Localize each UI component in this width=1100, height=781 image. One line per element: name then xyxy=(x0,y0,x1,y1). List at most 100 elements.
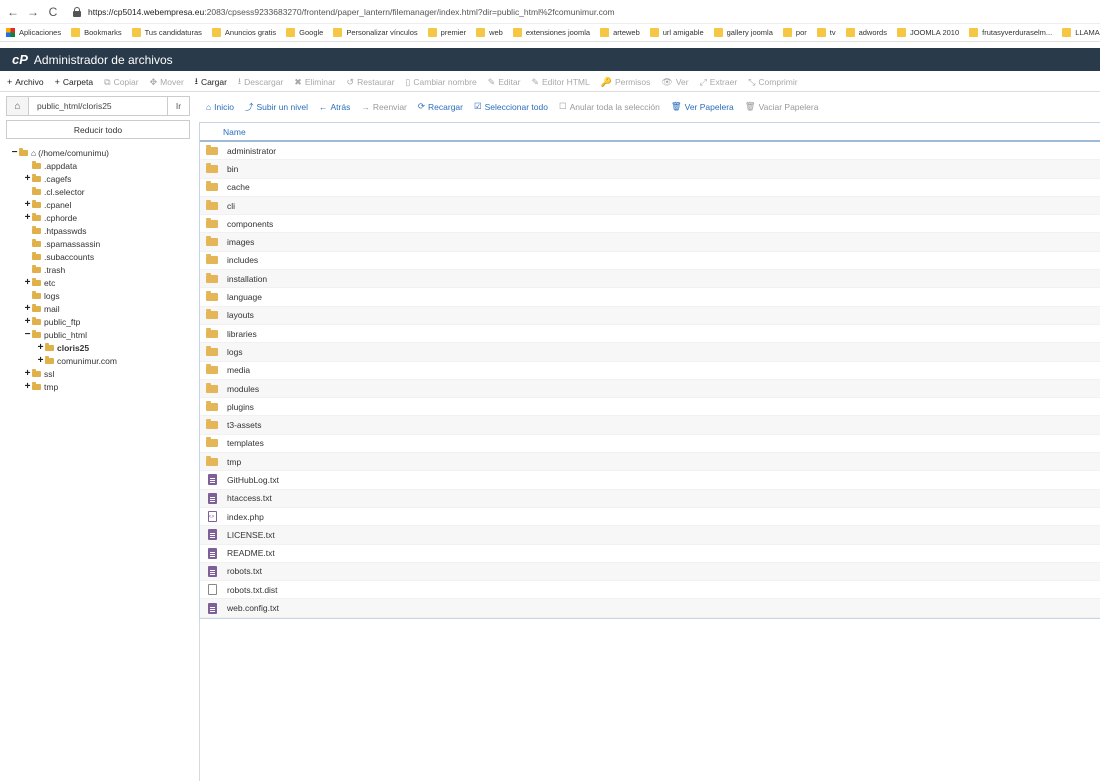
table-row[interactable]: robots.txt.dist xyxy=(200,581,1100,600)
table-row[interactable]: plugins xyxy=(200,398,1100,417)
bookmark-por[interactable]: por xyxy=(782,28,807,37)
expand-icon[interactable]: + xyxy=(23,277,32,288)
table-row[interactable]: cli xyxy=(200,196,1100,216)
nav-atr-s-button[interactable]: ← Atrás xyxy=(319,102,350,112)
toolbar-copiar-button[interactable]: ⧉ Copiar xyxy=(104,77,138,88)
cpanel-logo[interactable]: cP xyxy=(12,52,28,67)
table-row[interactable]: libraries xyxy=(200,325,1100,344)
toolbar-archivo-button[interactable]: + Archivo xyxy=(7,77,44,87)
nav-ver-papelera-button[interactable]: 🗑 Ver Papelera xyxy=(671,101,734,112)
tree-item-comunimur-com[interactable]: + comunimur.com xyxy=(10,354,196,367)
bookmark-url-amigable[interactable]: url amigable xyxy=(649,28,704,37)
table-row[interactable]: GitHubLog.txt xyxy=(200,471,1100,490)
tree-item-ssl[interactable]: + ssl xyxy=(10,367,196,380)
expand-icon[interactable]: + xyxy=(23,316,32,327)
nav-vaciar-papelera-button[interactable]: 🗑 Vaciar Papelera xyxy=(745,101,819,112)
tree-item-cl-selector[interactable]: .cl.selector xyxy=(10,185,196,198)
home-icon[interactable]: ⌂ xyxy=(7,97,29,115)
column-header-name[interactable]: Name xyxy=(200,123,1100,142)
table-row[interactable]: logs xyxy=(200,343,1100,362)
collapse-icon[interactable]: − xyxy=(10,147,19,158)
expand-icon[interactable]: + xyxy=(23,303,32,314)
toolbar-carpeta-button[interactable]: + Carpeta xyxy=(55,77,94,87)
tree-item-subaccounts[interactable]: .subaccounts xyxy=(10,250,196,263)
toolbar-descargar-button[interactable]: ⭳ Descargar xyxy=(238,74,283,90)
table-row[interactable]: cache xyxy=(200,179,1100,197)
tree-item-mail[interactable]: + mail xyxy=(10,302,196,315)
table-row[interactable]: web.config.txt xyxy=(200,599,1100,618)
toolbar-ver-button[interactable]: 👁 Ver xyxy=(661,77,688,88)
tree-item-etc[interactable]: + etc xyxy=(10,276,196,289)
toolbar-restaurar-button[interactable]: ↺ Restaurar xyxy=(347,77,395,88)
bookmark-aplicaciones[interactable]: Aplicaciones xyxy=(6,28,61,37)
bookmark-google[interactable]: Google xyxy=(286,28,323,37)
bookmark-anuncios-gratis[interactable]: Anuncios gratis xyxy=(211,28,276,37)
tree-item-cagefs[interactable]: + .cagefs xyxy=(10,172,196,185)
url-field[interactable]: https://cp5014.webempresa.eu:2083/cpsess… xyxy=(88,7,615,17)
nav-reenviar-button[interactable]: → Reenviar xyxy=(361,102,407,112)
tree-item-tmp[interactable]: + tmp xyxy=(10,380,196,393)
tree-item-cpanel[interactable]: + .cpanel xyxy=(10,198,196,211)
tree-item-cloris25[interactable]: + cloris25 xyxy=(10,341,196,354)
expand-icon[interactable]: + xyxy=(23,173,32,184)
table-row[interactable]: htaccess.txt xyxy=(200,489,1100,508)
table-row[interactable]: language xyxy=(200,288,1100,307)
table-row[interactable]: layouts xyxy=(200,306,1100,325)
nav-inicio-button[interactable]: ⌂ Inicio xyxy=(206,102,234,112)
bookmark-extensiones-joomla[interactable]: extensiones joomla xyxy=(512,28,590,37)
table-row[interactable]: index.php xyxy=(200,508,1100,527)
bookmark-bookmarks[interactable]: Bookmarks xyxy=(71,28,122,37)
nav-recargar-button[interactable]: ⟳ Recargar xyxy=(418,101,463,112)
bookmark-arteweb[interactable]: arteweb xyxy=(600,28,640,37)
forward-button[interactable]: → xyxy=(26,5,40,19)
back-button[interactable]: ← xyxy=(6,5,20,19)
toolbar-comprimir-button[interactable]: ⤡ Comprimir xyxy=(748,77,797,88)
expand-icon[interactable]: + xyxy=(23,368,32,379)
bookmark-adwords[interactable]: adwords xyxy=(845,28,887,37)
table-row[interactable]: components xyxy=(200,215,1100,234)
table-row[interactable]: images xyxy=(200,233,1100,252)
bookmark-frutasyverduraselm[interactable]: frutasyverduraselm... xyxy=(969,28,1052,37)
tree-item-trash[interactable]: .trash xyxy=(10,263,196,276)
table-row[interactable]: modules xyxy=(200,379,1100,399)
bookmark-llamar[interactable]: LLAMAR xyxy=(1062,28,1100,37)
toolbar-eliminar-button[interactable]: ✖ Eliminar xyxy=(294,77,335,88)
toolbar-permisos-button[interactable]: 🔑 Permisos xyxy=(601,77,651,88)
nav-subir-un-nivel-button[interactable]: ⤴ Subir un nivel xyxy=(245,101,308,113)
nav-anular-toda-la-selecci-n-button[interactable]: ☐ Anular toda la selección xyxy=(559,101,660,112)
table-row[interactable]: templates xyxy=(200,435,1100,454)
table-row[interactable]: includes xyxy=(200,252,1100,271)
tree-item-logs[interactable]: logs xyxy=(10,289,196,302)
expand-icon[interactable]: + xyxy=(23,381,32,392)
tree-item-public-ftp[interactable]: + public_ftp xyxy=(10,315,196,328)
expand-icon[interactable]: + xyxy=(36,342,45,353)
reload-button[interactable]: C xyxy=(46,5,60,19)
bookmark-joomla-2010[interactable]: JOOMLA 2010 xyxy=(896,28,959,37)
expand-icon[interactable]: + xyxy=(23,199,32,210)
bookmark-web[interactable]: web xyxy=(476,28,503,37)
toolbar-mover-button[interactable]: ✥ Mover xyxy=(150,77,184,88)
table-row[interactable]: LICENSE.txt xyxy=(200,526,1100,545)
table-row[interactable]: README.txt xyxy=(200,545,1100,563)
table-row[interactable]: media xyxy=(200,362,1100,380)
expand-icon[interactable]: + xyxy=(23,212,32,223)
toolbar-cambiar-nombre-button[interactable]: ▯ Cambiar nombre xyxy=(405,77,476,88)
tree-item-htpasswds[interactable]: .htpasswds xyxy=(10,224,196,237)
tree-item-public-html[interactable]: − public_html xyxy=(10,328,196,341)
tree-item-cphorde[interactable]: + .cphorde xyxy=(10,211,196,224)
toolbar-extraer-button[interactable]: ⤢ Extraer xyxy=(700,77,738,88)
collapse-all-button[interactable]: Reducir todo xyxy=(6,120,190,139)
tree-item-appdata[interactable]: .appdata xyxy=(10,159,196,172)
table-row[interactable]: bin xyxy=(200,160,1100,179)
table-row[interactable]: t3-assets xyxy=(200,416,1100,435)
tree-item-spamassassin[interactable]: .spamassassin xyxy=(10,237,196,250)
toolbar-editor-html-button[interactable]: ✎ Editor HTML xyxy=(531,77,589,88)
bookmark-tus-candidaturas[interactable]: Tus candidaturas xyxy=(131,28,202,37)
expand-icon[interactable]: + xyxy=(36,355,45,366)
collapse-icon[interactable]: − xyxy=(23,329,32,340)
bookmark-gallery-joomla[interactable]: gallery joomla xyxy=(713,28,773,37)
go-button[interactable]: Ir xyxy=(167,97,189,115)
nav-seleccionar-todo-button[interactable]: ☑ Seleccionar todo xyxy=(474,101,548,112)
tree-item-home-comunimu[interactable]: − ⌂ (/home/comunimu) xyxy=(10,146,196,159)
bookmark-tv[interactable]: tv xyxy=(816,28,836,37)
